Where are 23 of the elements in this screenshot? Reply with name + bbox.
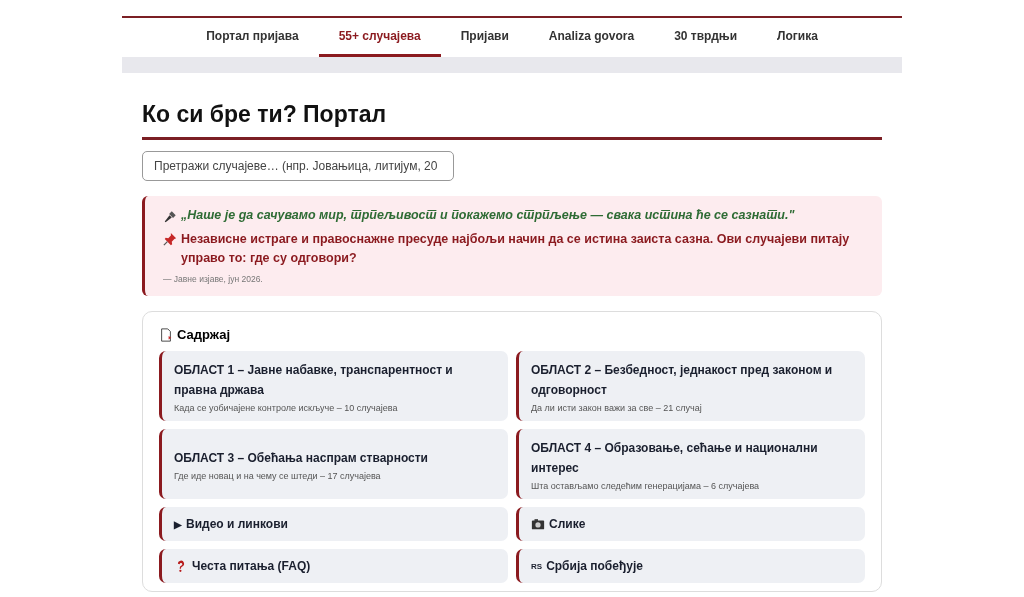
contents-link[interactable]: RS Србија побеђује <box>516 549 865 583</box>
contents-link[interactable]: Слике <box>516 507 865 541</box>
contents-title: Садржај <box>177 326 230 342</box>
page-title: Ко си бре ти? Портал <box>142 101 388 128</box>
nav-tab[interactable]: Портал пријава <box>186 18 319 57</box>
camera-icon <box>531 517 545 531</box>
quote-text: „Наше је да сачувамо мир, трпељивост и покажемо стрпљење — свака истина ће се сазнати." <box>181 208 795 222</box>
contents-link[interactable]: Честа питања (FAQ) <box>159 549 508 583</box>
quote-source: — Јавне изјаве, јун 2026. <box>163 274 264 284</box>
contents-link[interactable]: ОБЛАСТ 2 – Безбедност, једнакост пред законом и одговорност Да ли исти закон важи за све – 21 случај <box>516 351 865 421</box>
contents-link[interactable]: ОБЛАСТ 3 – Обећања наспрам стварности Где иде новац и на чему се штеди – 17 случајева <box>159 429 508 499</box>
nav-tab[interactable]: 30 тврдњи <box>654 18 757 57</box>
microphone-icon <box>163 210 177 224</box>
nav-tab[interactable]: Пријави <box>440 18 529 57</box>
pushpin-icon <box>163 232 177 246</box>
contents-link[interactable]: ОБЛАСТ 1 – Јавне набавке, транспарентност и правна држава Када се уобичајене контроле искључе – 10 случајева <box>159 351 508 421</box>
search-field[interactable]: Претражи случајеве… (нпр. Јовањица, литијум, 20 <box>142 151 454 181</box>
contents-link[interactable]: ОБЛАСТ 4 – Образовање, сећање и национални интерес Шта остављамо следећим генерацијама – 6 случајева <box>516 429 865 499</box>
nav-tab[interactable]: Логика <box>757 18 838 57</box>
notice-message: Независне истраге и правоснажне пресуде најбољи начин да се истина заиста сазна. Ови случајеви питају управо то: где су одговори? <box>181 231 851 267</box>
contents-link[interactable]: ▶ Видео и линкови <box>159 507 508 541</box>
nav-tab[interactable]: Analiza govora <box>528 18 655 57</box>
document-icon <box>159 328 173 342</box>
